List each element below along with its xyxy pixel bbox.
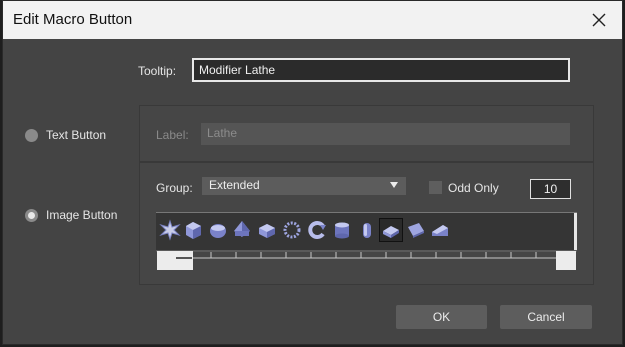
text-button-radio[interactable]: Text Button [25, 128, 106, 142]
title-bar: Edit Macro Button [3, 1, 622, 39]
tooltip-label: Tooltip: [138, 64, 177, 78]
lathe-icon[interactable] [379, 218, 403, 242]
group-select-value: Extended [209, 178, 260, 192]
dialog-title: Edit Macro Button [13, 11, 133, 28]
radio-off-icon [25, 128, 38, 142]
capsule-icon[interactable] [356, 219, 378, 241]
swirl-icon[interactable] [306, 219, 328, 241]
odd-only-checkbox[interactable] [429, 181, 442, 194]
close-icon[interactable] [584, 5, 614, 35]
pyramid-icon[interactable] [231, 219, 253, 241]
image-button-radio[interactable]: Image Button [25, 208, 117, 222]
text-button-label: Text Button [46, 128, 107, 142]
prism-icon[interactable] [429, 219, 451, 241]
sphere-icon[interactable] [207, 219, 229, 241]
edit-macro-button-dialog: Edit Macro Button Tooltip: Modifier Lath… [2, 0, 623, 345]
group-label: Group: [156, 181, 193, 195]
cylinder-icon[interactable] [331, 219, 353, 241]
cancel-button[interactable]: Cancel [500, 305, 592, 329]
tooltip-input[interactable]: Modifier Lathe [192, 58, 570, 82]
cube-icon[interactable] [182, 219, 204, 241]
label-input[interactable]: Lathe [201, 123, 570, 145]
wedge-icon[interactable] [405, 219, 427, 241]
box-icon[interactable] [256, 219, 278, 241]
chevron-down-icon [390, 182, 398, 188]
radio-on-icon [25, 208, 38, 222]
count-input[interactable]: 10 [530, 179, 571, 199]
strip-edge [574, 213, 577, 251]
group-select[interactable]: Extended [202, 177, 406, 195]
icon-scrollbar[interactable] [156, 250, 577, 270]
ok-button[interactable]: OK [396, 305, 487, 329]
label-field-label: Label: [156, 128, 189, 142]
odd-only-label: Odd Only [448, 181, 499, 195]
icon-strip [156, 212, 577, 251]
image-button-label: Image Button [46, 208, 118, 222]
burst-icon[interactable] [159, 219, 181, 241]
gear-ring-icon[interactable] [281, 219, 303, 241]
